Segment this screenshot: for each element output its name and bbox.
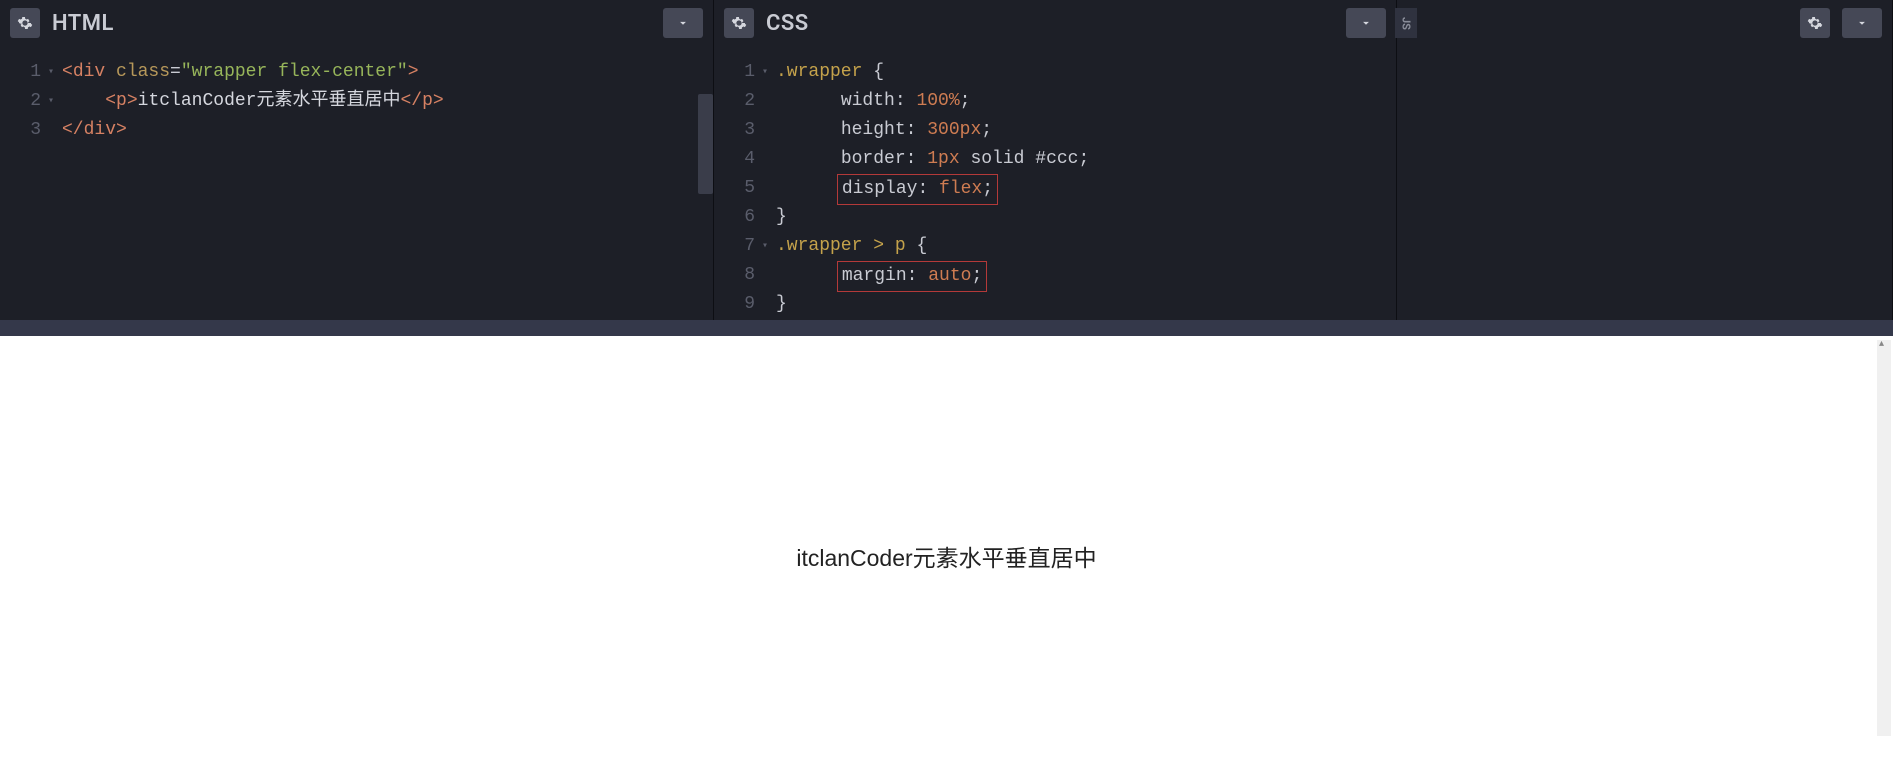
js-tab-label[interactable]: JS — [1395, 8, 1417, 38]
js-pane-header: JS — [1397, 0, 1892, 46]
css-pane: CSS 1 2 3 4 5 6 7 8 9 .wrapper { width: … — [714, 0, 1397, 320]
gear-icon — [1807, 15, 1823, 31]
editors-row: HTML 1 2 3 <div class="wrapper flex-cent… — [0, 0, 1893, 320]
js-dropdown-button[interactable] — [1842, 8, 1882, 38]
html-code-lines: <div class="wrapper flex-center"> <p>itc… — [62, 58, 713, 145]
css-settings-button[interactable] — [724, 8, 754, 38]
js-code-editor[interactable] — [1397, 46, 1892, 320]
css-code-lines: .wrapper { width: 100%; height: 300px; b… — [776, 58, 1396, 319]
js-settings-button[interactable] — [1800, 8, 1830, 38]
html-dropdown-button[interactable] — [663, 8, 703, 38]
html-pane-header: HTML — [0, 0, 713, 46]
css-gutter: 1 2 3 4 5 6 7 8 9 — [714, 58, 769, 319]
chevron-down-icon — [1855, 16, 1869, 30]
css-pane-title: CSS — [766, 11, 809, 36]
chevron-down-icon — [1359, 16, 1373, 30]
html-pane-title: HTML — [52, 11, 114, 36]
css-code-editor[interactable]: 1 2 3 4 5 6 7 8 9 .wrapper { width: 100%… — [714, 46, 1396, 320]
gear-icon — [17, 15, 33, 31]
html-pane: HTML 1 2 3 <div class="wrapper flex-cent… — [0, 0, 714, 320]
preview-pane: itclanCoder元素水平垂直居中 — [0, 336, 1893, 776]
highlight-margin-auto: margin: auto; — [837, 261, 987, 292]
chevron-down-icon — [676, 16, 690, 30]
html-settings-button[interactable] — [10, 8, 40, 38]
horizontal-splitter[interactable] — [0, 320, 1893, 336]
preview-text: itclanCoder元素水平垂直居中 — [796, 539, 1096, 573]
html-scrollbar[interactable] — [698, 94, 713, 194]
html-gutter: 1 2 3 — [0, 58, 55, 145]
css-pane-header: CSS — [714, 0, 1396, 46]
highlight-display-flex: display: flex; — [837, 174, 998, 205]
preview-scrollbar[interactable] — [1877, 340, 1891, 736]
gear-icon — [731, 15, 747, 31]
js-pane: JS — [1397, 0, 1893, 320]
html-code-editor[interactable]: 1 2 3 <div class="wrapper flex-center"> … — [0, 46, 713, 320]
css-dropdown-button[interactable] — [1346, 8, 1386, 38]
